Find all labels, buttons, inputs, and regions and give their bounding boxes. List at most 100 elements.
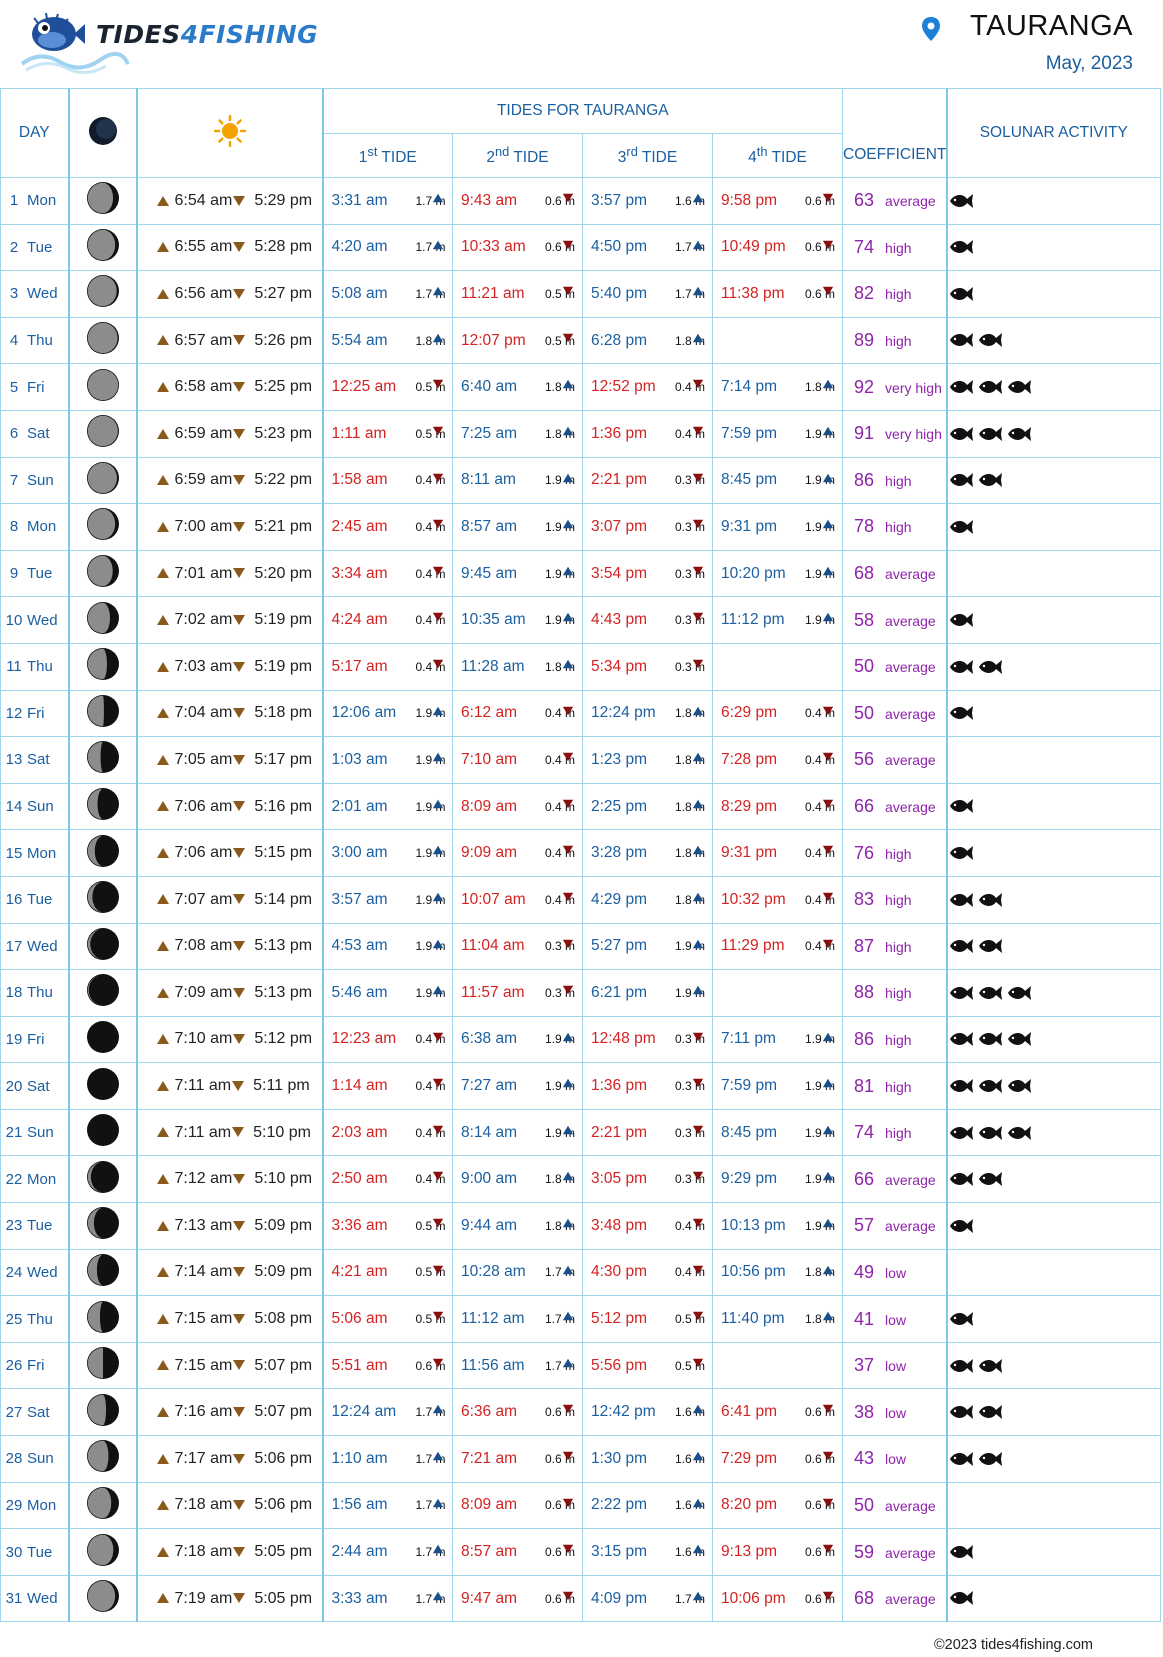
table-row: 11 Thu 7:03 am 5:19 pm 5:17 am 0.4 m 11:28 am 1… [0,642,1162,691]
fish-icon [978,892,1002,907]
low-tide-arrow-icon [432,1032,444,1041]
coefficient-value: 86 [854,469,875,490]
tide-time: 8:14 am [461,1123,518,1141]
tide-time: 10:35 am [461,611,526,629]
day-cell: 28 Sun [0,1435,70,1483]
low-tide-arrow-icon [822,939,834,948]
tide-cell: 3:31 am 1.7 m [322,177,453,225]
tide-time: 3:36 am [331,1216,388,1234]
low-tide-arrow-icon [432,1078,444,1088]
low-tide-arrow-icon [692,1125,704,1135]
sunrise-arrow-icon [156,847,169,858]
moon-phase-icon [86,182,119,215]
tide-time: 6:36 am [461,1403,518,1421]
tide-time: 5:27 pm [591,937,648,955]
fish-icon [949,519,973,534]
tide-cell: 2:01 am 1.9 m [322,782,453,831]
moon-phase-icon [86,601,119,634]
tide-cell: 3:54 pm 0.3 m [582,549,713,598]
sunrise-arrow-icon [156,428,169,439]
day-number: 24 [5,1263,23,1281]
weekday: Mon [27,844,57,862]
table-row: 27 Sat 7:16 am 5:07 pm 12:24 am 1.7 m 6:36 am 0… [0,1388,1162,1437]
sunrise-time: 7:13 am [174,1216,233,1234]
tide-cell: 1:36 pm 0.4 m [582,409,713,458]
tide-time: 11:57 am [461,983,525,1001]
sunrise-arrow-icon [156,1500,169,1511]
coefficient-level: high [885,519,912,536]
footer-copyright: ©2023 tides4fishing.com [934,1637,1093,1653]
tide-cell: 12:42 pm 1.6 m [582,1388,713,1437]
coefficient-level: low [885,1404,907,1421]
weekday: Mon [27,192,57,210]
coefficient-cell: 81 high [842,1062,948,1110]
sunrise-arrow-icon [156,381,169,392]
moon-phase-icon [86,1347,119,1380]
sunset-arrow-icon [233,1313,246,1324]
tide-table-body: 1 Mon 6:54 am 5:29 pm 3:31 am 1.7 m 9:43 am 0.6… [0,177,1162,1623]
sunrise-time: 6:59 am [174,471,233,489]
coefficient-value: 38 [854,1401,875,1422]
moon-cell [68,1388,138,1437]
coefficient-level: average [885,705,936,722]
brand-logo[interactable]: TIDES4FISHING [20,6,320,76]
sun-cell: 7:06 am 5:16 pm [136,782,324,831]
moon-phase-icon [86,1160,119,1193]
coefficient-level: high [885,1078,912,1095]
sun-cell: 7:18 am 5:06 pm [136,1481,324,1530]
high-tide-arrow-icon [432,706,444,715]
coefficient-value: 74 [854,1122,875,1143]
sunset-time: 5:16 pm [254,797,313,815]
table-row: 4 Thu 6:57 am 5:26 pm 5:54 am 1.8 m 12:07 pm 0.… [0,316,1162,365]
tide-cell: 11:28 am 1.8 m [452,642,583,691]
solunar-cell [946,1295,1162,1343]
tide-cell: 2:21 pm 0.3 m [582,456,713,505]
tide-cell: 11:40 pm 1.8 m [711,1295,844,1343]
tide-cell: 11:29 pm 0.4 m [711,922,844,971]
day-cell: 27 Sat [0,1388,70,1437]
day-number: 6 [9,425,19,443]
fish-icon [978,939,1002,954]
fish-icon [949,1405,973,1420]
moon-cell [68,736,138,784]
tide-cell: 3:15 pm 1.6 m [582,1528,713,1576]
tide-cell: 2:50 am 0.4 m [322,1155,453,1204]
table-row: 14 Sun 7:06 am 5:16 pm 2:01 am 1.9 m 8:09 am 0.… [0,782,1162,831]
day-number: 19 [5,1030,23,1048]
tide-time: 5:40 pm [591,284,648,302]
tide-time: 2:21 pm [591,471,648,489]
moon-phase-icon [86,1580,119,1613]
coefficient-cell: 76 high [842,829,948,877]
sunset-arrow-icon [232,1080,245,1091]
coefficient-value: 78 [854,516,875,537]
low-tide-arrow-icon [692,380,704,389]
tide-cell: 4:43 pm 0.3 m [582,596,713,644]
coefficient-cell: 38 low [842,1388,948,1437]
day-cell: 29 Mon [0,1481,70,1530]
low-tide-arrow-icon [562,939,574,948]
sunset-time: 5:05 pm [254,1589,313,1607]
table-row: 28 Sun 7:17 am 5:06 pm 1:10 am 1.7 m 7:21 am 0.… [0,1435,1162,1483]
tide-time: 8:09 am [461,1496,518,1514]
solunar-cell [946,689,1162,738]
sunset-time: 5:13 pm [254,983,313,1001]
moon-cell [68,409,138,458]
low-tide-arrow-icon [562,1451,574,1461]
low-tide-arrow-icon [562,333,574,343]
tide-cell: 5:54 am 1.8 m [322,316,453,365]
day-cell: 15 Mon [0,829,70,877]
low-tide-arrow-icon [562,1405,574,1414]
sunrise-time: 6:57 am [174,331,233,349]
fish-icon [978,659,1002,674]
low-tide-arrow-icon [432,1311,444,1321]
high-tide-arrow-icon [822,519,834,529]
tide-time: 1:56 am [331,1496,388,1514]
coefficient-value: 91 [854,423,875,444]
table-row: 12 Fri 7:04 am 5:18 pm 12:06 am 1.9 m 6:12 am 0… [0,689,1162,738]
coefficient-value: 50 [854,1494,875,1515]
moon-cell [68,875,138,924]
coefficient-value: 50 [854,702,875,723]
tide-cell: 5:51 am 0.6 m [322,1341,453,1390]
fish-icon [1007,1078,1031,1093]
sun-cell: 7:15 am 5:07 pm [136,1341,324,1390]
